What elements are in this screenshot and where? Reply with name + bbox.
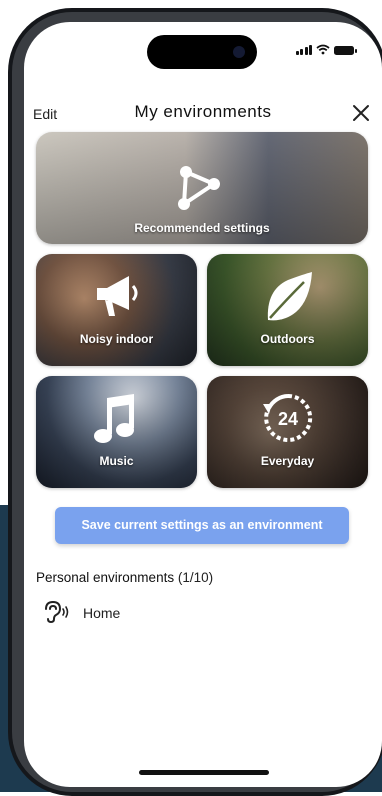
clock-24-text: 24 xyxy=(277,409,297,429)
page-title: My environments xyxy=(134,102,272,121)
environment-count: (1/10) xyxy=(177,570,214,585)
ear-icon xyxy=(45,600,69,624)
tile-label: Music xyxy=(99,454,134,468)
megaphone-icon xyxy=(96,276,137,316)
list-item-home[interactable]: Home xyxy=(36,598,356,628)
tile-noisy-indoor[interactable]: Noisy indoor xyxy=(36,254,197,366)
camera-icon xyxy=(233,46,245,58)
section-title: Personal environments xyxy=(36,570,175,585)
status-bar xyxy=(295,44,357,55)
close-icon[interactable] xyxy=(350,102,372,124)
app-screen: Edit My environments Recommended setting… xyxy=(24,22,382,787)
dynamic-island xyxy=(147,35,257,69)
tile-outdoors[interactable]: Outdoors xyxy=(207,254,368,366)
leaf-icon xyxy=(267,272,312,321)
tile-label: Outdoors xyxy=(260,332,315,346)
battery-icon xyxy=(334,46,357,55)
tile-recommended-settings[interactable]: Recommended settings xyxy=(36,132,368,244)
signal-icon xyxy=(295,45,312,55)
personal-environments-heading: Personal environments (1/10) xyxy=(36,570,213,585)
tile-label: Recommended settings xyxy=(134,221,270,235)
music-note-icon xyxy=(93,394,134,443)
home-indicator xyxy=(139,770,269,775)
clock-24-icon: 24 xyxy=(262,393,312,442)
tile-everyday[interactable]: 24 Everyday xyxy=(207,376,368,488)
wifi-icon xyxy=(316,44,330,55)
connected-nodes-icon xyxy=(178,166,220,210)
header: Edit My environments xyxy=(24,102,382,128)
tile-music[interactable]: Music xyxy=(36,376,197,488)
save-environment-button[interactable]: Save current settings as an environment xyxy=(55,507,349,544)
tile-label: Noisy indoor xyxy=(79,332,154,346)
tile-label: Everyday xyxy=(260,454,315,468)
environment-name: Home xyxy=(83,605,121,621)
